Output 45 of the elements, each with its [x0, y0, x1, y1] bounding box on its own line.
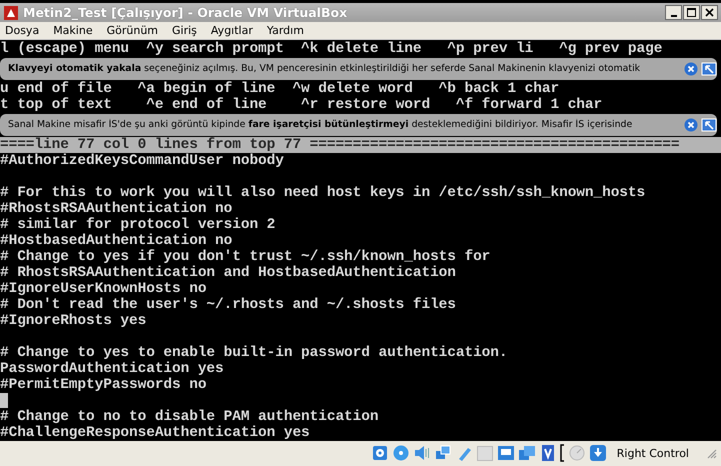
menu-item[interactable]: Giriş: [172, 24, 197, 38]
help-line: t top of text ^e end of line ^r restore word ^f forward 1 char: [0, 96, 604, 113]
resize-grip-icon[interactable]: [705, 447, 717, 460]
config-line: #IgnoreUserKnownHosts no: [0, 280, 208, 297]
help-line: u end of file ^a begin of line ^w delete word ^b back 1 char: [0, 80, 560, 97]
config-line: # Change to yes if you don't trust ~/.ssh/known_hosts for: [0, 248, 492, 265]
config-line: #IgnoreRhosts yes: [0, 312, 148, 329]
config-line: # RhostsRSAAuthentication and HostbasedAuthentication: [0, 264, 457, 281]
maximize-button[interactable]: [683, 5, 700, 20]
menu-item[interactable]: Makine: [53, 24, 93, 38]
host-key-label: Right Control: [616, 446, 689, 460]
config-line: # similar for protocol version 2: [0, 216, 276, 233]
close-icon: [705, 8, 714, 18]
pointer-icon[interactable]: [701, 118, 717, 132]
bracket-icon: [560, 444, 565, 462]
config-line: # For this to work you will also need host keys in /etc/ssh/ssh_known_hosts: [0, 184, 646, 201]
close-button[interactable]: [701, 5, 718, 20]
window-title: Metin2_Test [Çalışıyor] - Oracle VM VirtualBox: [23, 5, 348, 20]
config-line: #ChallengeResponseAuthentication yes: [0, 424, 311, 441]
config-line: #AuthorizedKeysCommandUser nobody: [0, 152, 285, 169]
close-icon[interactable]: [684, 118, 698, 132]
display-icon[interactable]: [496, 444, 515, 462]
config-line: #RhostsRSAAuthentication no: [0, 200, 234, 217]
minimize-icon: [670, 14, 676, 17]
config-line: # Don't read the user's ~/.rhosts and ~/.shosts files: [0, 296, 457, 313]
windows-icon[interactable]: [518, 444, 536, 462]
config-line: #PermitEmptyPasswords no: [0, 376, 208, 393]
config-line: # Change to yes to enable built-in password authentication.: [0, 344, 508, 361]
app-icon: [3, 4, 19, 21]
notification-text: Klavyeyi otomatik yakala seçeneğiniz açılmış. Bu, VM penceresinin etkinleştirildiği her seferde Sanal Makinenin klavyenizi otomatik: [8, 63, 642, 74]
speaker-icon[interactable]: [412, 444, 431, 462]
menu-item[interactable]: Yardım: [266, 24, 304, 38]
close-icon[interactable]: [684, 62, 698, 76]
menu-item[interactable]: Dosya: [5, 24, 40, 38]
config-line: #HostbasedAuthentication no: [0, 232, 234, 249]
menu-item[interactable]: Aygıtlar: [210, 24, 253, 38]
help-line: l (escape) menu ^y search prompt ^k delete line ^p prev li ^g prev page: [0, 40, 664, 57]
minimize-button[interactable]: [665, 5, 682, 20]
text-cursor: [0, 392, 8, 408]
maximize-icon: [687, 8, 696, 18]
optical-disc-icon[interactable]: [392, 444, 410, 462]
menu-item[interactable]: Görünüm: [106, 24, 158, 38]
pointer-icon[interactable]: [701, 62, 717, 76]
config-line: PasswordAuthentication yes: [0, 360, 225, 377]
config-line: # Change to no to disable PAM authentication: [0, 408, 380, 425]
